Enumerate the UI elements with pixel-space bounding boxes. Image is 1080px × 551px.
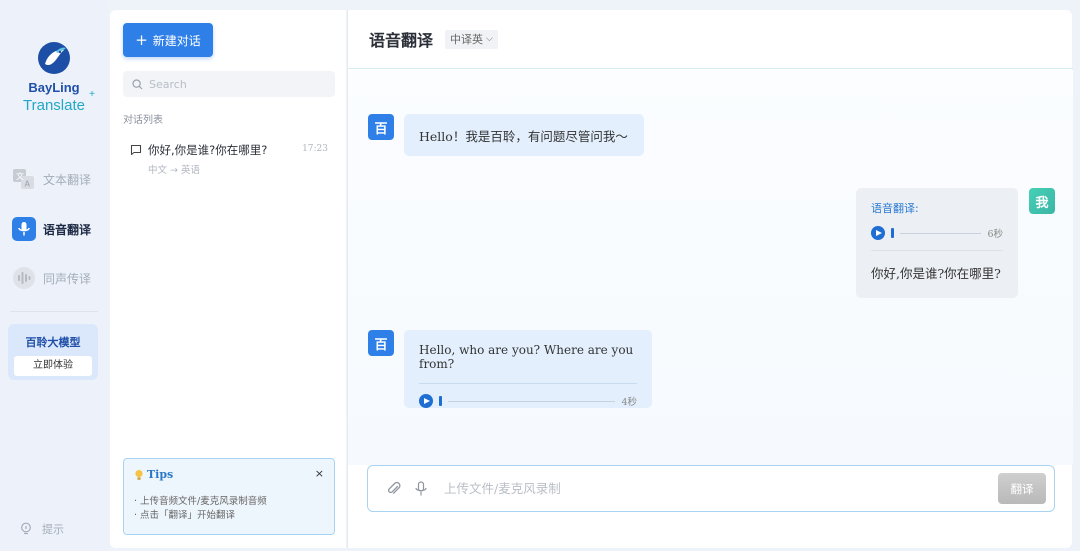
- audio-progress-cursor[interactable]: [891, 228, 894, 238]
- bayling-bird-logo-icon: [36, 40, 72, 76]
- svg-text:A: A: [25, 180, 31, 189]
- chevron-down-icon: ⌵: [486, 34, 493, 44]
- nav-item-label: 同声传译: [43, 271, 92, 286]
- main-panel: 语音翻译 中译英 ⌵ 百 Hello！我是百聆，有问题尽管问我～ 我 语音翻译:…: [347, 10, 1073, 548]
- plus-icon: +: [135, 31, 148, 49]
- nav-item-label: 文本翻译: [43, 172, 92, 187]
- user-message-voice: 语音翻译: 6秒 你好,你是谁?你在哪里?: [856, 188, 1018, 298]
- user-avatar: 我: [1029, 188, 1055, 214]
- conversation-item[interactable]: 你好,你是谁?你在哪里? 17:23 中文 → 英语: [130, 142, 330, 176]
- hint-label: 提示: [42, 523, 64, 536]
- audio-track[interactable]: [448, 400, 616, 402]
- tips-close-icon[interactable]: ×: [315, 467, 324, 480]
- audio-duration: 6秒: [987, 229, 1003, 240]
- simultaneous-interpret-icon: [12, 266, 36, 290]
- logo-text-translate-word: Translate: [23, 97, 85, 114]
- paperclip-icon[interactable]: [386, 481, 402, 497]
- play-icon[interactable]: [871, 226, 885, 240]
- nav-item-voice-translate[interactable]: 语音翻译: [12, 215, 102, 243]
- recognized-text: 你好,你是谁?你在哪里?: [871, 266, 1001, 281]
- svg-text:文: 文: [16, 171, 24, 181]
- tips-header: Tips: [134, 468, 324, 481]
- conversation-title: 你好,你是谁?你在哪里?: [148, 143, 268, 157]
- search-box[interactable]: Search: [123, 71, 335, 97]
- message-input[interactable]: [444, 481, 998, 496]
- tips-panel: Tips × · 上传音频文件/麦克风录制音频 · 点击「翻译」开始翻译: [123, 458, 335, 535]
- new-chat-label: 新建对话: [152, 33, 201, 48]
- audio-player: 6秒: [871, 226, 1003, 240]
- nav-item-label: 语音翻译: [43, 222, 92, 237]
- promo-card: 百聆大模型 立即体验: [8, 324, 98, 380]
- bot-message-greeting: Hello！我是百聆，有问题尽管问我～: [404, 114, 644, 156]
- search-placeholder: Search: [149, 77, 187, 91]
- try-now-button[interactable]: 立即体验: [14, 356, 92, 376]
- conversation-time: 17:23: [302, 144, 328, 154]
- lightbulb-icon: [21, 522, 31, 535]
- audio-track[interactable]: [900, 232, 982, 234]
- language-mode-select[interactable]: 中译英 ⌵: [445, 29, 498, 49]
- microphone-icon[interactable]: [414, 480, 428, 497]
- conversation-sidebar: + 新建对话 Search 对话列表 你好,你是谁?你在哪里? 17:23 中文…: [110, 10, 346, 548]
- divider: [871, 250, 1003, 251]
- lightbulb-icon: [135, 469, 143, 480]
- nav-divider: [10, 311, 98, 312]
- tips-line: · 点击「翻译」开始翻译: [134, 510, 236, 521]
- chat-bubble-icon: [130, 144, 142, 156]
- language-mode-value: 中译英: [450, 33, 484, 46]
- nav-item-text-translate[interactable]: 文 A 文本翻译: [12, 165, 102, 193]
- divider: [419, 383, 637, 384]
- translation-text: Hello, who are you? Where are you from?: [419, 343, 634, 371]
- translate-button[interactable]: 翻译: [998, 473, 1046, 504]
- new-chat-button[interactable]: + 新建对话: [123, 23, 213, 57]
- audio-player: 4秒: [419, 394, 637, 408]
- bot-avatar: 百: [368, 330, 394, 356]
- logo: BayLing Translate +: [0, 40, 108, 114]
- tips-title: Tips: [147, 468, 174, 481]
- bot-message-translation: Hello, who are you? Where are you from? …: [404, 330, 652, 408]
- voice-translate-label: 语音翻译:: [871, 202, 919, 215]
- conversation-list-title: 对话列表: [123, 115, 163, 126]
- text-translate-icon: 文 A: [12, 167, 36, 191]
- sparkle-icon: +: [89, 89, 95, 100]
- hint-link[interactable]: 提示: [20, 521, 64, 537]
- tips-line: · 上传音频文件/麦克风录制音频: [134, 496, 267, 507]
- audio-duration: 4秒: [621, 397, 637, 408]
- search-icon: [132, 78, 143, 89]
- promo-title: 百聆大模型: [25, 336, 81, 349]
- message-composer: 翻译: [367, 465, 1055, 512]
- bot-avatar: 百: [368, 114, 394, 140]
- audio-progress-cursor[interactable]: [439, 396, 442, 406]
- page-title: 语音翻译: [369, 31, 434, 50]
- play-icon[interactable]: [419, 394, 433, 408]
- conversation-subtitle: 中文 → 英语: [148, 165, 200, 176]
- nav-item-simultaneous[interactable]: 同声传译: [12, 264, 102, 292]
- logo-text-translate: Translate +: [23, 89, 95, 114]
- main-header: 语音翻译 中译英 ⌵: [348, 10, 1073, 69]
- chat-area: 百 Hello！我是百聆，有问题尽管问我～ 我 语音翻译: 6秒 你好,你是谁?…: [348, 70, 1073, 465]
- microphone-icon: [12, 217, 36, 241]
- app-nav: BayLing Translate + 文 A 文本翻译 语音翻译 同声传译 百…: [0, 0, 108, 551]
